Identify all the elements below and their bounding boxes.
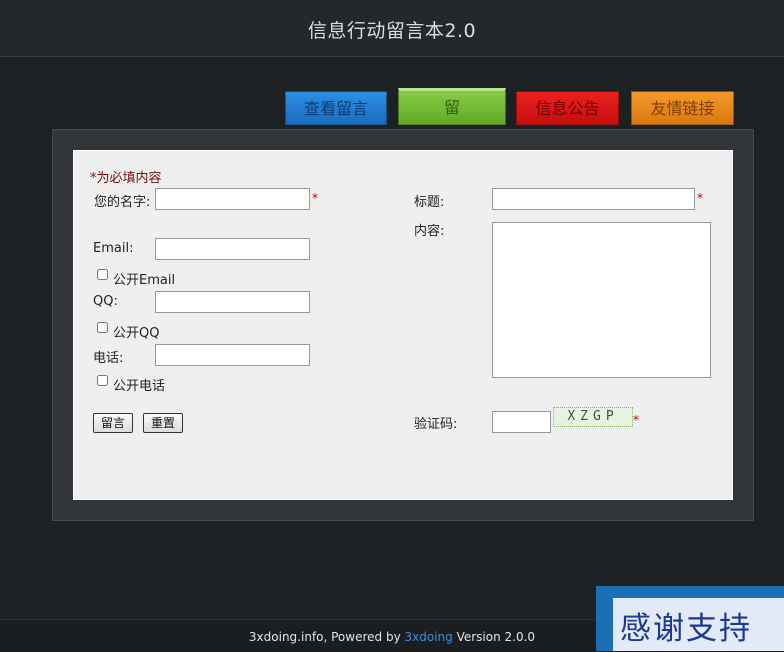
name-required-mark: * [312,191,318,205]
content-textarea[interactable] [492,222,711,378]
phone-input[interactable] [155,344,310,366]
footer-prefix: 3xdoing.info, Powered by [248,630,405,644]
public-phone-label: 公开电话 [113,379,166,394]
nav-view-messages-button[interactable]: 查看留言 [285,91,387,125]
email-input[interactable] [155,238,310,260]
name-input[interactable] [155,188,310,210]
public-qq-checkbox[interactable] [97,322,108,333]
thanks-banner-text: 感谢支持 [620,611,752,647]
footer-suffix: Version 2.0.0 [452,630,536,644]
content-label: 内容: [414,224,445,239]
phone-label: 电话: [93,351,124,366]
email-label: Email: [93,241,134,256]
required-note: *为必填内容 [90,171,162,186]
nav-post-message-button[interactable]: 留言 [398,88,506,150]
captcha-required-mark: * [633,413,639,427]
captcha-input[interactable] [492,411,551,433]
footer-link[interactable]: 3xdoing [405,630,453,644]
qq-label: QQ: [93,294,118,309]
public-qq-label: 公开QQ [113,326,160,341]
name-label: 您的名字: [94,195,151,210]
public-email-label: 公开Email [113,273,176,288]
qq-input[interactable] [155,291,310,313]
title-label: 标题: [414,195,445,210]
nav-friend-links-button[interactable]: 友情链接 [631,91,734,125]
public-email-checkbox[interactable] [97,269,108,280]
title-required-mark: * [697,191,703,205]
site-title: 信息行动留言本2.0 [307,20,477,42]
public-phone-checkbox[interactable] [97,375,108,386]
title-input[interactable] [492,188,695,210]
captcha-image[interactable]: XZGP [553,407,633,427]
submit-button[interactable]: 留言 [93,413,133,433]
nav-notice-button[interactable]: 信息公告 [516,91,619,125]
captcha-label: 验证码: [414,417,458,432]
reset-button[interactable]: 重置 [143,413,183,433]
